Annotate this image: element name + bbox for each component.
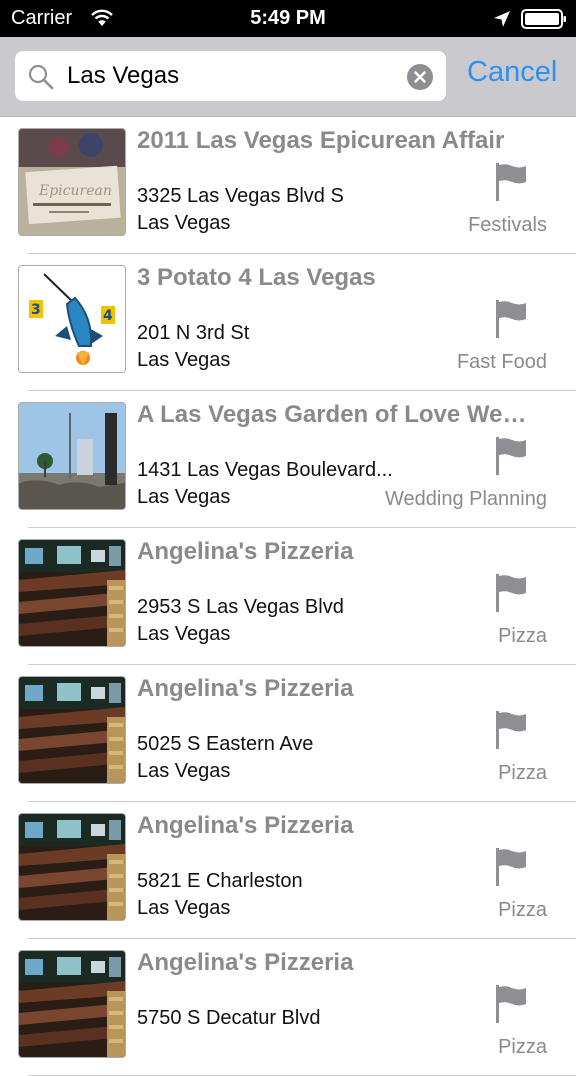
result-street: 2953 S Las Vegas Blvd — [137, 596, 344, 618]
result-street: 201 N 3rd St — [137, 322, 250, 344]
svg-text:3: 3 — [31, 302, 41, 318]
result-row[interactable]: A Las Vegas Garden of Love We… 1431 Las V… — [0, 391, 576, 528]
result-title: Angelina's Pizzeria — [137, 949, 354, 976]
status-bar: Carrier 5:49 PM — [0, 0, 576, 37]
flag-icon — [494, 574, 528, 612]
result-thumbnail — [18, 813, 126, 921]
result-title: Angelina's Pizzeria — [137, 538, 354, 565]
search-input[interactable]: Las Vegas — [15, 51, 446, 101]
result-title: Angelina's Pizzeria — [137, 675, 354, 702]
result-city: Las Vegas — [137, 623, 231, 645]
flag-icon — [494, 848, 528, 886]
result-street: 3325 Las Vegas Blvd S — [137, 185, 344, 207]
result-city: Las Vegas — [137, 897, 231, 919]
svg-text:4: 4 — [103, 308, 113, 324]
result-thumbnail — [18, 676, 126, 784]
result-title: 2011 Las Vegas Epicurean Affair — [137, 127, 505, 154]
result-city: Las Vegas — [137, 349, 231, 371]
flag-icon — [494, 163, 528, 201]
flag-icon — [494, 711, 528, 749]
result-category: Fast Food — [456, 351, 547, 373]
result-title: A Las Vegas Garden of Love We… — [137, 401, 527, 428]
result-row[interactable]: 3 4 3 Potato 4 Las Vegas 201 N 3rd St Las … — [0, 254, 576, 391]
flag-icon — [494, 300, 528, 338]
result-title: Angelina's Pizzeria — [137, 812, 354, 839]
result-category: Wedding Planning — [385, 488, 547, 510]
result-row[interactable]: Angelina's Pizzeria 5750 S Decatur Blvd Pi… — [0, 939, 576, 1076]
battery-icon — [521, 9, 566, 29]
result-thumbnail: Epicurean — [18, 128, 126, 236]
result-street: 1431 Las Vegas Boulevard... — [137, 459, 393, 481]
result-row[interactable]: Angelina's Pizzeria 5025 S Eastern Ave Las… — [0, 665, 576, 802]
magnifier-icon — [28, 64, 54, 90]
clear-icon[interactable] — [407, 64, 433, 90]
result-row[interactable]: Angelina's Pizzeria 2953 S Las Vegas Blvd… — [0, 528, 576, 665]
result-street: 5025 S Eastern Ave — [137, 733, 314, 755]
location-arrow-icon — [494, 11, 510, 27]
result-thumbnail — [18, 402, 126, 510]
result-category: Pizza — [498, 762, 547, 784]
search-bar: Las Vegas Cancel — [0, 37, 576, 117]
result-category: Pizza — [498, 625, 547, 647]
result-thumbnail — [18, 950, 126, 1058]
result-category: Pizza — [498, 899, 547, 921]
clock: 5:49 PM — [250, 7, 326, 29]
flag-icon — [494, 985, 528, 1023]
result-category: Festivals — [468, 214, 547, 236]
result-street: 5821 E Charleston — [137, 870, 303, 892]
result-row[interactable]: Angelina's Pizzeria 5821 E Charleston Las … — [0, 802, 576, 939]
result-thumbnail — [18, 539, 126, 647]
flag-icon — [494, 437, 528, 475]
result-thumbnail: 3 4 — [18, 265, 126, 373]
result-city: Las Vegas — [137, 212, 231, 234]
svg-text:Epicurean: Epicurean — [38, 183, 112, 199]
result-row[interactable]: Epicurean 2011 Las Vegas Epicurean Affai… — [0, 117, 576, 254]
search-query-text[interactable]: Las Vegas — [67, 62, 179, 90]
results-list: Epicurean 2011 Las Vegas Epicurean Affai… — [0, 117, 576, 1076]
result-city: Las Vegas — [137, 486, 231, 508]
result-city: Las Vegas — [137, 760, 231, 782]
result-category: Pizza — [498, 1036, 547, 1058]
cancel-button[interactable]: Cancel — [467, 56, 557, 89]
result-title: 3 Potato 4 Las Vegas — [137, 264, 376, 291]
result-street: 5750 S Decatur Blvd — [137, 1007, 321, 1029]
